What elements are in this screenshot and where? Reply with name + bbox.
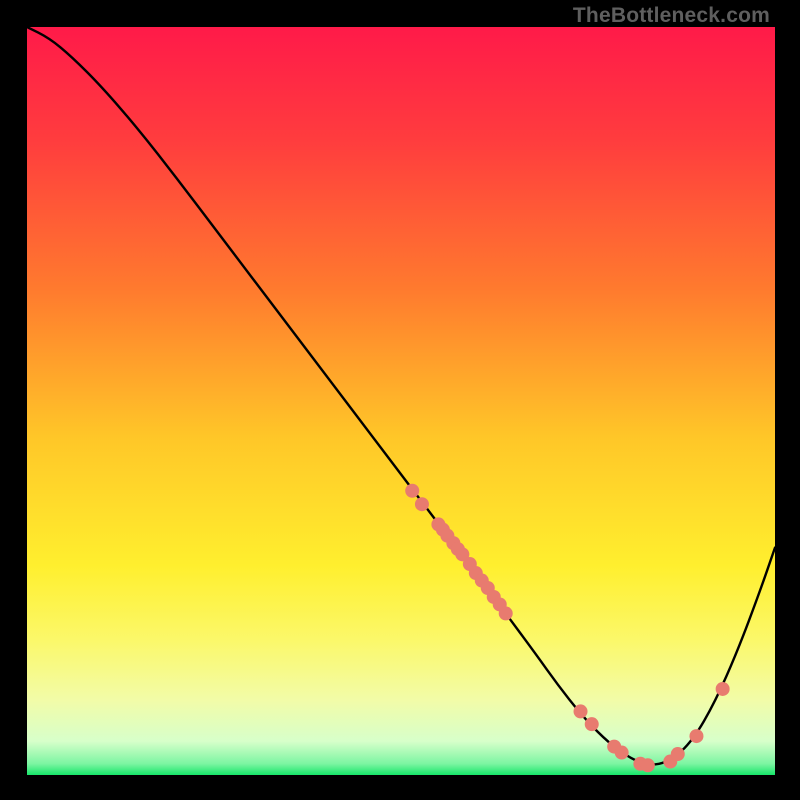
data-point — [716, 682, 730, 696]
watermark-label: TheBottleneck.com — [573, 4, 770, 28]
data-point — [615, 746, 629, 760]
plot-area — [27, 27, 775, 775]
data-point — [689, 729, 703, 743]
data-point — [415, 497, 429, 511]
curve-layer — [27, 27, 775, 775]
data-point — [585, 717, 599, 731]
data-point — [405, 484, 419, 498]
data-point — [641, 758, 655, 772]
data-points — [405, 484, 729, 773]
data-point — [499, 606, 513, 620]
data-point — [574, 704, 588, 718]
bottleneck-curve — [27, 27, 775, 764]
chart-stage: TheBottleneck.com — [0, 0, 800, 800]
data-point — [671, 747, 685, 761]
